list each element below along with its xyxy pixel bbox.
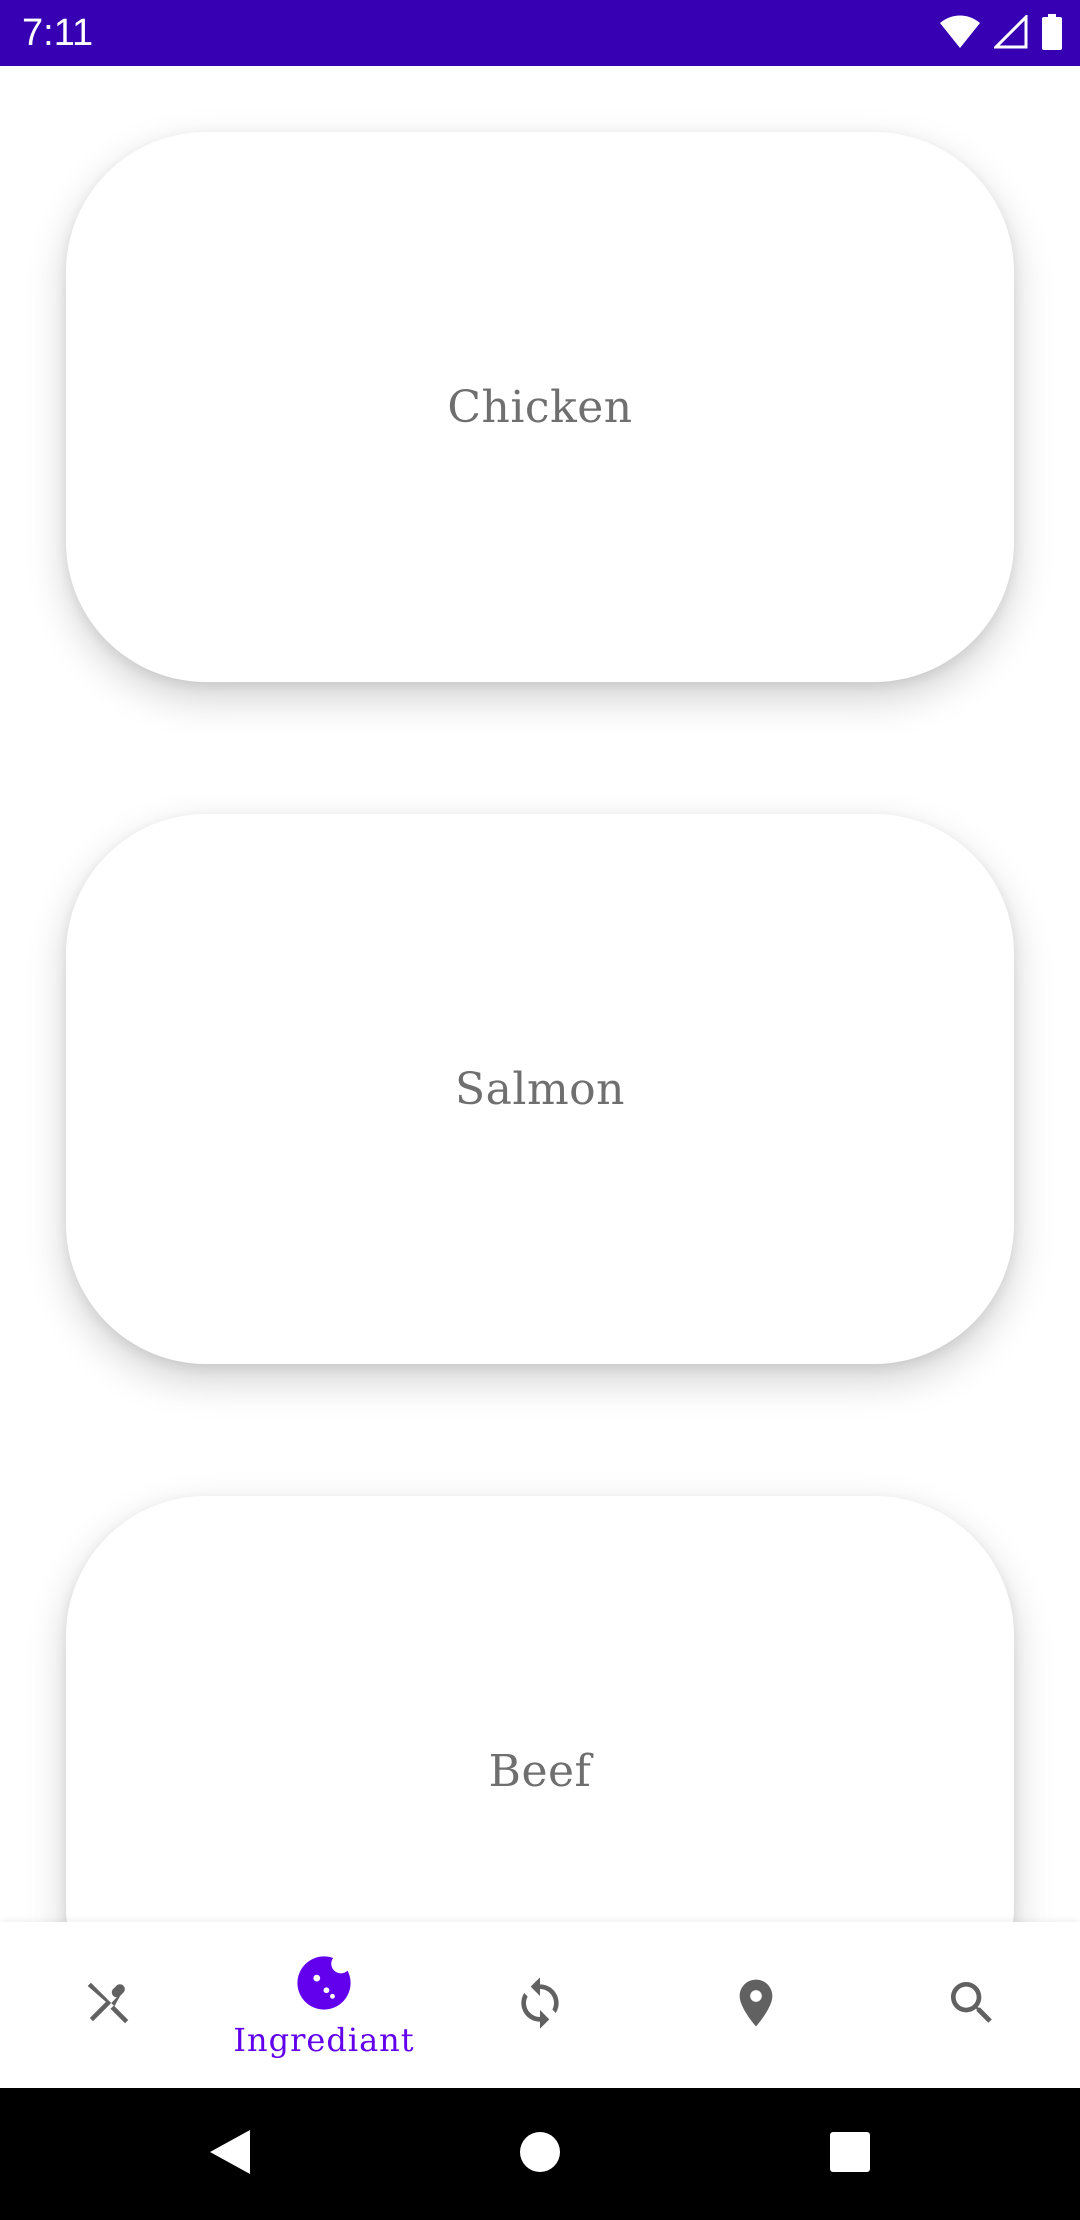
nav-label-ingrediant: Ingrediant <box>233 2021 415 2059</box>
nav-item-meals[interactable] <box>0 1922 216 2088</box>
ingredient-card-salmon[interactable]: Salmon <box>66 814 1014 1364</box>
fork-spoon-crossed-icon <box>81 1976 135 2035</box>
ingredient-card-beef[interactable]: Beef <box>66 1496 1014 1922</box>
ingredient-card-chicken[interactable]: Chicken <box>66 132 1014 682</box>
card-label: Salmon <box>455 1063 625 1115</box>
recents-icon <box>830 2131 870 2177</box>
bottom-navigation: Ingrediant <box>0 1922 1080 2088</box>
location-pin-icon <box>728 1975 784 2036</box>
back-icon <box>208 2128 252 2181</box>
battery-icon <box>1042 14 1062 50</box>
ingredient-list[interactable]: Chicken Salmon Beef <box>0 66 1080 1922</box>
nav-item-location[interactable] <box>648 1922 864 2088</box>
status-bar: 7:11 <box>0 0 1080 66</box>
card-label: Beef <box>488 1745 592 1797</box>
status-time: 7:11 <box>22 12 94 54</box>
search-icon <box>944 1975 1000 2036</box>
cookie-icon <box>295 1954 353 2017</box>
back-button[interactable] <box>180 2088 280 2220</box>
refresh-icon <box>512 1975 568 2036</box>
home-icon <box>519 2131 561 2178</box>
nav-item-search[interactable] <box>864 1922 1080 2088</box>
nav-item-ingrediant[interactable]: Ingrediant <box>216 1922 432 2088</box>
nav-item-random[interactable] <box>432 1922 648 2088</box>
cellular-signal-icon <box>994 15 1028 49</box>
wifi-icon <box>940 15 980 49</box>
recents-button[interactable] <box>800 2088 900 2220</box>
card-label: Chicken <box>447 381 633 433</box>
system-navigation-bar <box>0 2088 1080 2220</box>
home-button[interactable] <box>490 2088 590 2220</box>
status-icons <box>940 14 1062 50</box>
